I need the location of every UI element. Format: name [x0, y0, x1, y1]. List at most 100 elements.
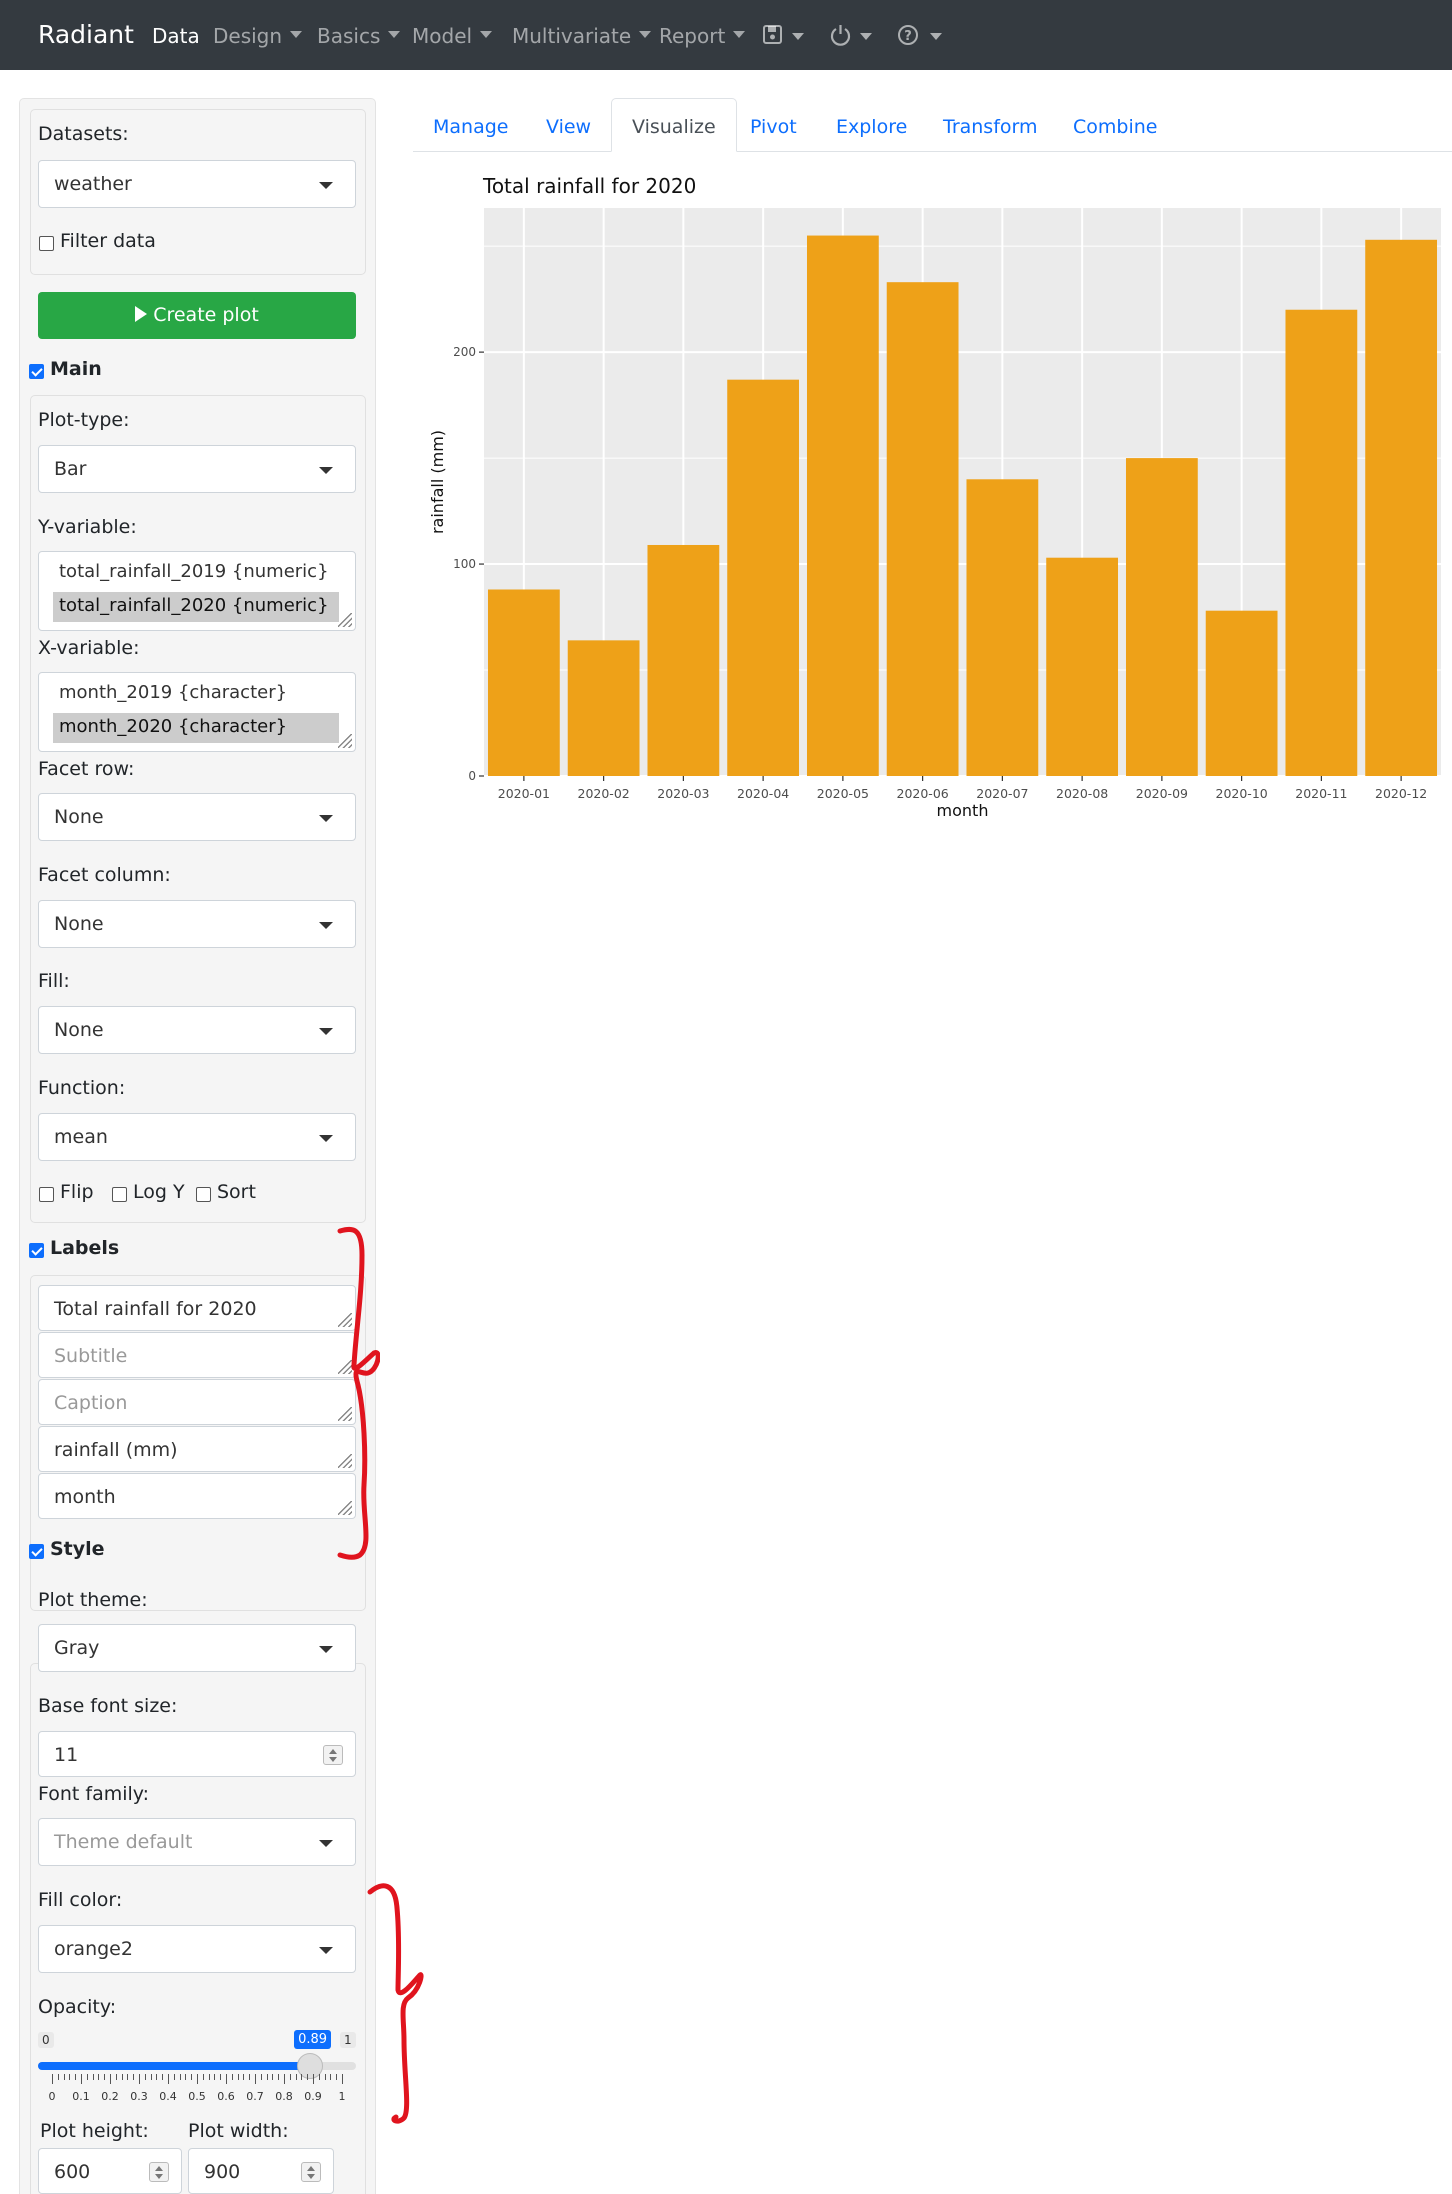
nav-design[interactable]: Design	[213, 24, 303, 48]
opacity-slider-fill	[38, 2062, 311, 2070]
slider-tick	[173, 2074, 175, 2080]
log-y-checkbox[interactable]	[112, 1187, 127, 1202]
slider-tick	[336, 2074, 338, 2080]
subtitle-placeholder: Subtitle	[54, 1345, 128, 1367]
slider-tick	[81, 2074, 82, 2084]
subtitle-input[interactable]: Subtitle	[38, 1332, 356, 1378]
chevron-down-icon	[639, 31, 652, 38]
resize-handle-icon[interactable]	[338, 734, 352, 748]
x-variable-select[interactable]: month_2019 {character} month_2020 {chara…	[38, 672, 356, 752]
chevron-down-icon	[388, 31, 401, 38]
fill-color-select[interactable]: orange2	[38, 1925, 356, 1973]
sort-label: Sort	[217, 1181, 256, 1203]
slider-tick-label: 0.7	[246, 2090, 264, 2103]
y-label-input[interactable]: rainfall (mm)	[38, 1426, 356, 1472]
dataset-select[interactable]: weather	[38, 160, 356, 208]
x-tick-label: 2020-03	[657, 786, 709, 801]
create-plot-label: Create plot	[153, 304, 259, 326]
font-family-select[interactable]: Theme default	[38, 1818, 356, 1866]
tab-view[interactable]: View	[546, 116, 591, 138]
labels-section-title: Labels	[50, 1237, 120, 1259]
nav-model-label: Model	[412, 24, 473, 48]
fill-select[interactable]: None	[38, 1006, 356, 1054]
x-label-input[interactable]: month	[38, 1473, 356, 1519]
plot-theme-select[interactable]: Gray	[38, 1624, 356, 1672]
create-plot-button[interactable]: Create plot	[38, 292, 356, 339]
nav-multivariate[interactable]: Multivariate	[512, 24, 652, 48]
x-tick-label: 2020-01	[498, 786, 550, 801]
x-tick-label: 2020-12	[1375, 786, 1427, 801]
power-menu[interactable]	[830, 22, 874, 53]
help-menu[interactable]: ?	[897, 22, 945, 53]
nav-basics[interactable]: Basics	[317, 24, 401, 48]
spinner-icon[interactable]	[149, 2162, 169, 2182]
slider-tick	[289, 2074, 291, 2080]
brand-logo[interactable]: Radiant	[38, 20, 134, 49]
plot-width-value: 900	[204, 2161, 241, 2183]
tab-manage[interactable]: Manage	[433, 116, 508, 138]
x-variable-option[interactable]: month_2019 {character}	[53, 679, 339, 709]
y-variable-label: Y-variable:	[38, 516, 137, 538]
opacity-value-label: 0.89	[294, 2030, 332, 2049]
resize-handle-icon[interactable]	[338, 613, 352, 627]
caption-input[interactable]: Caption	[38, 1379, 356, 1425]
slider-tick-label: 0	[48, 2090, 56, 2103]
slider-tick-label: 0.8	[275, 2090, 293, 2103]
log-y-label: Log Y	[133, 1181, 185, 1203]
facet-row-select[interactable]: None	[38, 793, 356, 841]
y-variable-select[interactable]: total_rainfall_2019 {numeric} total_rain…	[38, 551, 356, 631]
save-menu[interactable]	[762, 22, 806, 53]
labels-section-checkbox[interactable]	[29, 1243, 44, 1258]
spinner-icon[interactable]	[301, 2162, 321, 2182]
y-label-input-value: rainfall (mm)	[54, 1439, 178, 1461]
nav-model[interactable]: Model	[412, 24, 493, 48]
tab-pivot[interactable]: Pivot	[750, 116, 797, 138]
spinner-icon[interactable]	[323, 1745, 343, 1765]
filter-data-label: Filter data	[60, 230, 156, 252]
facet-column-select[interactable]: None	[38, 900, 356, 948]
style-section-checkbox[interactable]	[29, 1544, 44, 1559]
title-input[interactable]: Total rainfall for 2020	[38, 1285, 356, 1331]
y-tick-label: 0	[468, 769, 476, 783]
bar	[806, 235, 879, 776]
filter-data-checkbox[interactable]	[39, 236, 54, 251]
facet-row-value: None	[54, 806, 104, 828]
slider-tick	[115, 2074, 117, 2080]
chevron-down-icon	[480, 31, 493, 38]
x-variable-option-selected[interactable]: month_2020 {character}	[53, 713, 339, 743]
opacity-label: Opacity:	[38, 1996, 117, 2018]
plot-type-select[interactable]: Bar	[38, 445, 356, 493]
y-variable-option-selected[interactable]: total_rainfall_2020 {numeric}	[53, 592, 339, 622]
tab-explore[interactable]: Explore	[836, 116, 907, 138]
slider-tick	[191, 2074, 193, 2080]
slider-tick	[295, 2074, 297, 2080]
y-variable-option[interactable]: total_rainfall_2019 {numeric}	[53, 558, 339, 588]
function-select[interactable]: mean	[38, 1113, 356, 1161]
base-font-size-input[interactable]: 11	[38, 1731, 356, 1777]
slider-tick	[150, 2074, 152, 2080]
chevron-down-icon	[319, 1028, 333, 1035]
tab-combine[interactable]: Combine	[1073, 116, 1157, 138]
slider-tick-label: 0.6	[217, 2090, 235, 2103]
slider-tick-label: 0.5	[188, 2090, 206, 2103]
slider-tick	[92, 2074, 94, 2080]
nav-data[interactable]: Data	[152, 24, 200, 48]
chevron-down-icon	[319, 1646, 333, 1653]
slider-tick	[214, 2074, 216, 2080]
plot-width-input[interactable]: 900	[188, 2148, 334, 2194]
sort-checkbox[interactable]	[196, 1187, 211, 1202]
slider-tick	[208, 2074, 210, 2080]
flip-checkbox[interactable]	[39, 1187, 54, 1202]
tab-transform[interactable]: Transform	[943, 116, 1038, 138]
help-icon: ?	[898, 25, 942, 45]
nav-report[interactable]: Report	[659, 24, 746, 48]
slider-tick	[86, 2074, 88, 2080]
slider-tick	[133, 2074, 135, 2080]
tab-visualize[interactable]: Visualize	[611, 98, 737, 152]
opacity-max-label: 1	[340, 2032, 356, 2048]
slider-tick	[307, 2074, 309, 2080]
plot-height-input[interactable]: 600	[38, 2148, 182, 2194]
bar	[1125, 458, 1198, 776]
main-section-checkbox[interactable]	[29, 364, 44, 379]
x-tick-label: 2020-02	[578, 786, 630, 801]
